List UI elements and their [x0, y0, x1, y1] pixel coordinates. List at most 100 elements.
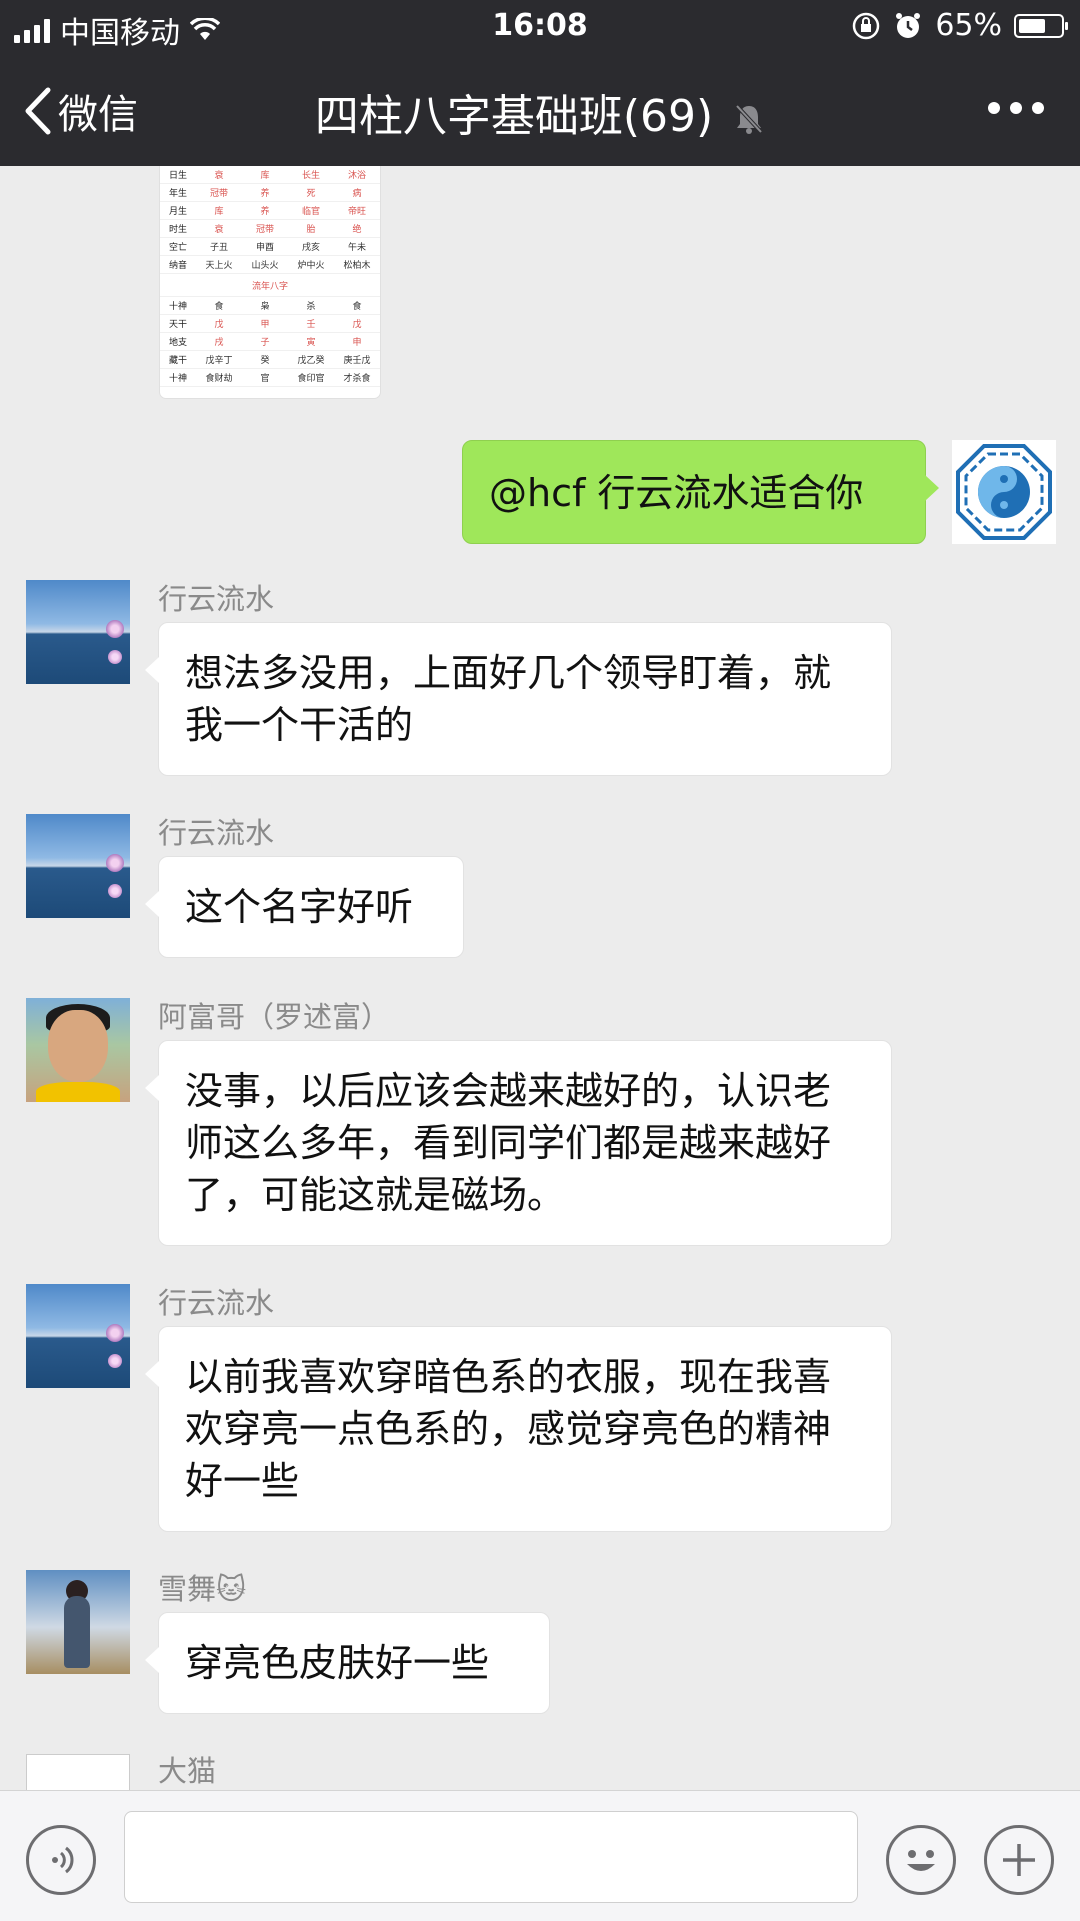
my-avatar[interactable] [952, 440, 1056, 544]
table-cell: 临官 [288, 201, 334, 220]
avatar-damao[interactable] [26, 1754, 130, 1790]
battery-icon [1014, 13, 1068, 38]
table-cell: 申 [334, 332, 380, 351]
message-bubble[interactable]: 这个名字好听 [145, 856, 464, 958]
table-cell: 子丑 [196, 237, 242, 256]
table-row: 纳音 天上火 山头火 炉中火 松柏木 [160, 255, 380, 274]
bazi-table: 日生衰库长生 沐浴 年生 冠带养死病月生库养临官 帝旺 时生衰冠带胎绝空亡 子丑 申酉 戌亥 午未… [160, 166, 380, 387]
message-bubble[interactable]: 穿亮色皮肤好一些 [145, 1612, 550, 1714]
row-label: 纳音 [160, 255, 196, 274]
input-bar [0, 1790, 1080, 1921]
table-cell: 寅 [288, 332, 334, 351]
sender-name: 阿富哥（罗述富） [158, 1000, 391, 1034]
table-cell: 子 [242, 332, 288, 351]
table-cell: 冠带 [242, 219, 288, 238]
table-cell: 庚壬戊 [334, 350, 380, 369]
plus-icon [1003, 1844, 1035, 1876]
rotation-lock-icon [853, 12, 880, 39]
table-row: 日生衰库长生 沐浴 [160, 166, 380, 184]
shared-chart-image[interactable]: 日生衰库长生 沐浴 年生 冠带养死病月生库养临官 帝旺 时生衰冠带胎绝空亡 子丑 申酉 戌亥 午未… [160, 166, 380, 398]
table-cell: 炉中火 [288, 255, 334, 274]
sender-name: 行云流水 [158, 582, 275, 616]
message-input[interactable] [124, 1811, 858, 1903]
message-bubble[interactable]: 想法多没用，上面好几个领导盯着，就我一个干活的 [145, 622, 892, 776]
table-cell: 松柏木 [334, 255, 380, 274]
table-cell: 衰 [196, 219, 242, 238]
plus-button[interactable] [984, 1825, 1054, 1895]
table-cell: 天上火 [196, 255, 242, 274]
message-bubble[interactable]: 以前我喜欢穿暗色系的衣服，现在我喜欢穿亮一点色系的，感觉穿亮色的精神好一些 [145, 1326, 892, 1532]
table-cell: 绝 [334, 219, 380, 238]
table-cell: 午未 [334, 237, 380, 256]
avatar-xingyun[interactable] [26, 580, 130, 684]
table-cell: 山头火 [242, 255, 288, 274]
emoji-icon [907, 1850, 935, 1871]
sender-name: 行云流水 [158, 1286, 275, 1320]
status-bar: 中国移动 16:08 65% [0, 0, 1080, 52]
status-right: 65% [851, 8, 1068, 43]
table-row: 空亡 子丑 申酉 戌亥 午未 [160, 237, 380, 256]
table-cell: 壬 [288, 314, 334, 333]
table-cell: 戊辛丁 [196, 350, 242, 369]
table-row: 十神食枭杀食 [160, 296, 380, 315]
table-row: 月生库养临官 帝旺 [160, 201, 380, 220]
table-cell: 食 [334, 296, 380, 315]
table-cell: 食财劫 [196, 368, 242, 387]
avatar-xingyun[interactable] [26, 1284, 130, 1388]
table-cell: 食 [196, 296, 242, 315]
table-cell: 戊 [196, 314, 242, 333]
table-cell: 养 [242, 183, 288, 202]
voice-icon [52, 1846, 74, 1874]
row-label: 十神 [160, 296, 196, 315]
table-cell: 胎 [288, 219, 334, 238]
row-label: 空亡 [160, 237, 196, 256]
sender-name: 大猫 [158, 1754, 217, 1788]
table-cell: 官 [242, 368, 288, 387]
message-bubble[interactable]: 没事，以后应该会越来越好的，认识老师这么多年，看到同学们都是越来越好了，可能这就… [145, 1040, 892, 1246]
sender-name: 行云流水 [158, 816, 275, 850]
table-cell: 养 [242, 201, 288, 220]
table-cell: 癸 [242, 350, 288, 369]
table-cell: 戌 [196, 332, 242, 351]
avatar-xingyun[interactable] [26, 814, 130, 918]
row-label: 时生 [160, 219, 196, 238]
row-label: 日生 [160, 166, 196, 184]
emoji-button[interactable] [886, 1825, 956, 1895]
table-row: 地支戌子寅申 [160, 332, 380, 351]
mute-bell-icon [735, 104, 763, 134]
voice-button[interactable] [26, 1825, 96, 1895]
table-cell: 长生 [288, 166, 334, 184]
table-cell: 申酉 [242, 237, 288, 256]
chat-title: 四柱八字基础班(69) [0, 80, 1080, 144]
chat-area[interactable]: 日生衰库长生 沐浴 年生 冠带养死病月生库养临官 帝旺 时生衰冠带胎绝空亡 子丑 申酉 戌亥 午未… [0, 166, 1080, 1790]
avatar-afuge[interactable] [26, 998, 130, 1102]
table-cell: 枭 [242, 296, 288, 315]
table-cell: 甲 [242, 314, 288, 333]
table-row: 天干戊甲壬戊 [160, 314, 380, 333]
more-dots-icon [988, 102, 1000, 114]
table-cell: 冠带 [196, 183, 242, 202]
table-row: 时生衰冠带胎绝 [160, 219, 380, 238]
table-cell: 沐浴 [334, 166, 380, 184]
nav-bar: 微信 四柱八字基础班(69) [0, 52, 1080, 166]
sender-name: 雪舞🐱 [158, 1572, 247, 1606]
table-row: 藏干 戊辛丁癸戊乙癸 庚壬戊 [160, 350, 380, 369]
table-cell: 才杀食 [334, 368, 380, 387]
avatar-xuewu[interactable] [26, 1570, 130, 1674]
more-button[interactable] [988, 102, 1044, 114]
table-cell: 戌亥 [288, 237, 334, 256]
alarm-icon [896, 12, 921, 38]
table-cell: 戊乙癸 [288, 350, 334, 369]
row-label: 月生 [160, 201, 196, 220]
row-label: 地支 [160, 332, 196, 351]
group-name: 四柱八字基础班(69) [314, 91, 714, 142]
row-label: 天干 [160, 314, 196, 333]
row-label: 十神 [160, 368, 196, 387]
table-cell: 食印官 [288, 368, 334, 387]
bagua-logo-icon [956, 444, 1052, 540]
message-bubble-mine[interactable]: @hcf 行云流水适合你 [462, 440, 939, 544]
table-cell: 库 [196, 201, 242, 220]
table-cell: 帝旺 [334, 201, 380, 220]
table-cell: 戊 [334, 314, 380, 333]
table-cell: 病 [334, 183, 380, 202]
